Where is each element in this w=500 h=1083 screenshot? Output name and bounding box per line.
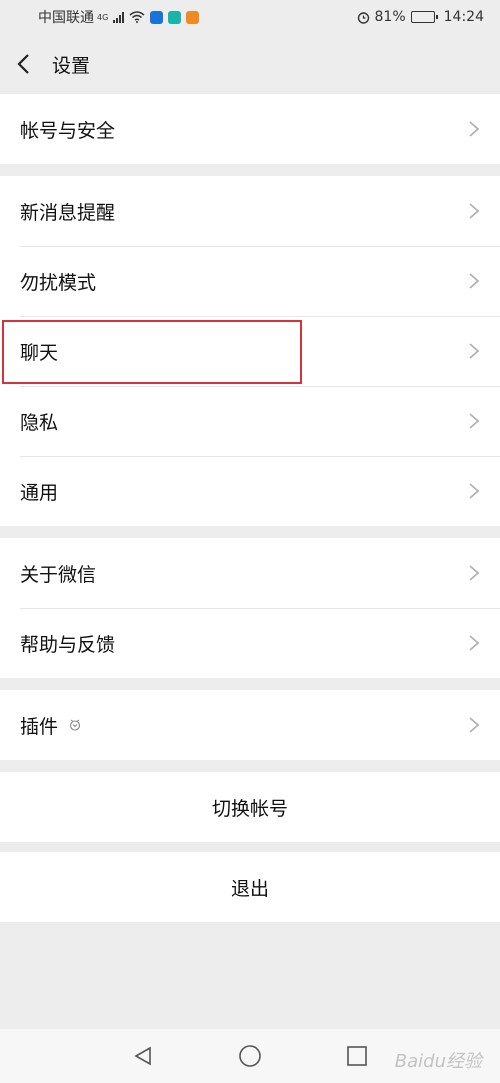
- settings-item-new-message-alerts[interactable]: 新消息提醒: [0, 176, 500, 246]
- chevron-right-icon: [469, 717, 480, 733]
- settings-item-label: 帐号与安全: [20, 119, 116, 142]
- watermark-text: Baidu经验: [394, 1051, 482, 1072]
- chevron-right-icon: [469, 635, 480, 651]
- settings-item-privacy[interactable]: 隐私: [0, 386, 500, 456]
- settings-item-general[interactable]: 通用: [0, 456, 500, 526]
- page-title: 设置: [52, 54, 91, 77]
- nav-bar: 设置: [0, 34, 500, 94]
- app-notification-icon-orange: [186, 10, 200, 24]
- settings-item-label: 插件: [20, 712, 82, 739]
- group-gap: [0, 678, 500, 690]
- clock-time: 14:24: [443, 9, 484, 25]
- app-notification-icon-blue: [150, 10, 164, 24]
- settings-item-label: 帮助与反馈: [20, 633, 116, 656]
- settings-item-plugins[interactable]: 插件: [0, 690, 500, 760]
- app-notification-icon-teal: [168, 10, 182, 24]
- status-right: 81% 14:24: [357, 9, 484, 25]
- carrier-name: 中国联通: [38, 10, 94, 26]
- settings-group-about: 关于微信 帮助与反馈: [0, 538, 500, 678]
- settings-group-main: 新消息提醒 勿扰模式 聊天 隐私 通用: [0, 176, 500, 526]
- settings-item-account-security[interactable]: 帐号与安全: [0, 94, 500, 164]
- home-circle-icon[interactable]: [238, 1044, 262, 1068]
- wifi-icon: [129, 11, 145, 23]
- settings-group-plugins: 插件: [0, 690, 500, 760]
- chevron-right-icon: [469, 121, 480, 137]
- settings-item-chat[interactable]: 聊天: [0, 316, 500, 386]
- settings-group-account: 帐号与安全: [0, 94, 500, 164]
- chevron-right-icon: [469, 203, 480, 219]
- settings-item-label: 通用: [20, 481, 59, 504]
- group-gap: [0, 164, 500, 176]
- back-arrow-icon[interactable]: [16, 53, 38, 75]
- back-triangle-icon[interactable]: [132, 1045, 154, 1067]
- group-gap: [0, 526, 500, 538]
- group-gap: [0, 760, 500, 772]
- chevron-right-icon: [469, 273, 480, 289]
- plugins-label-text: 插件: [20, 715, 59, 738]
- alarm-icon: [357, 11, 369, 24]
- settings-item-label: 聊天: [20, 341, 59, 364]
- plugin-icon: [69, 719, 81, 731]
- battery-icon: [410, 11, 438, 23]
- settings-item-label: 新消息提醒: [20, 201, 116, 224]
- settings-item-help-feedback[interactable]: 帮助与反馈: [0, 608, 500, 678]
- network-type: 4G: [97, 12, 109, 22]
- settings-item-do-not-disturb[interactable]: 勿扰模式: [0, 246, 500, 316]
- signal-icon: [113, 11, 125, 23]
- battery-percent: 81%: [374, 9, 406, 25]
- settings-item-about-wechat[interactable]: 关于微信: [0, 538, 500, 608]
- settings-item-label: 隐私: [20, 411, 59, 434]
- settings-item-label: 关于微信: [20, 563, 97, 586]
- chevron-right-icon: [469, 565, 480, 581]
- status-bar: 中国联通 4G 81% 14:24: [0, 0, 500, 34]
- logout-button[interactable]: 退出: [0, 852, 500, 922]
- chevron-right-icon: [469, 343, 480, 359]
- status-left: 中国联通 4G: [38, 7, 200, 27]
- recents-square-icon[interactable]: [346, 1045, 368, 1067]
- settings-item-label: 勿扰模式: [20, 271, 97, 294]
- chevron-right-icon: [469, 413, 480, 429]
- group-gap: [0, 842, 500, 852]
- chevron-right-icon: [469, 483, 480, 499]
- switch-account-button[interactable]: 切换帐号: [0, 772, 500, 842]
